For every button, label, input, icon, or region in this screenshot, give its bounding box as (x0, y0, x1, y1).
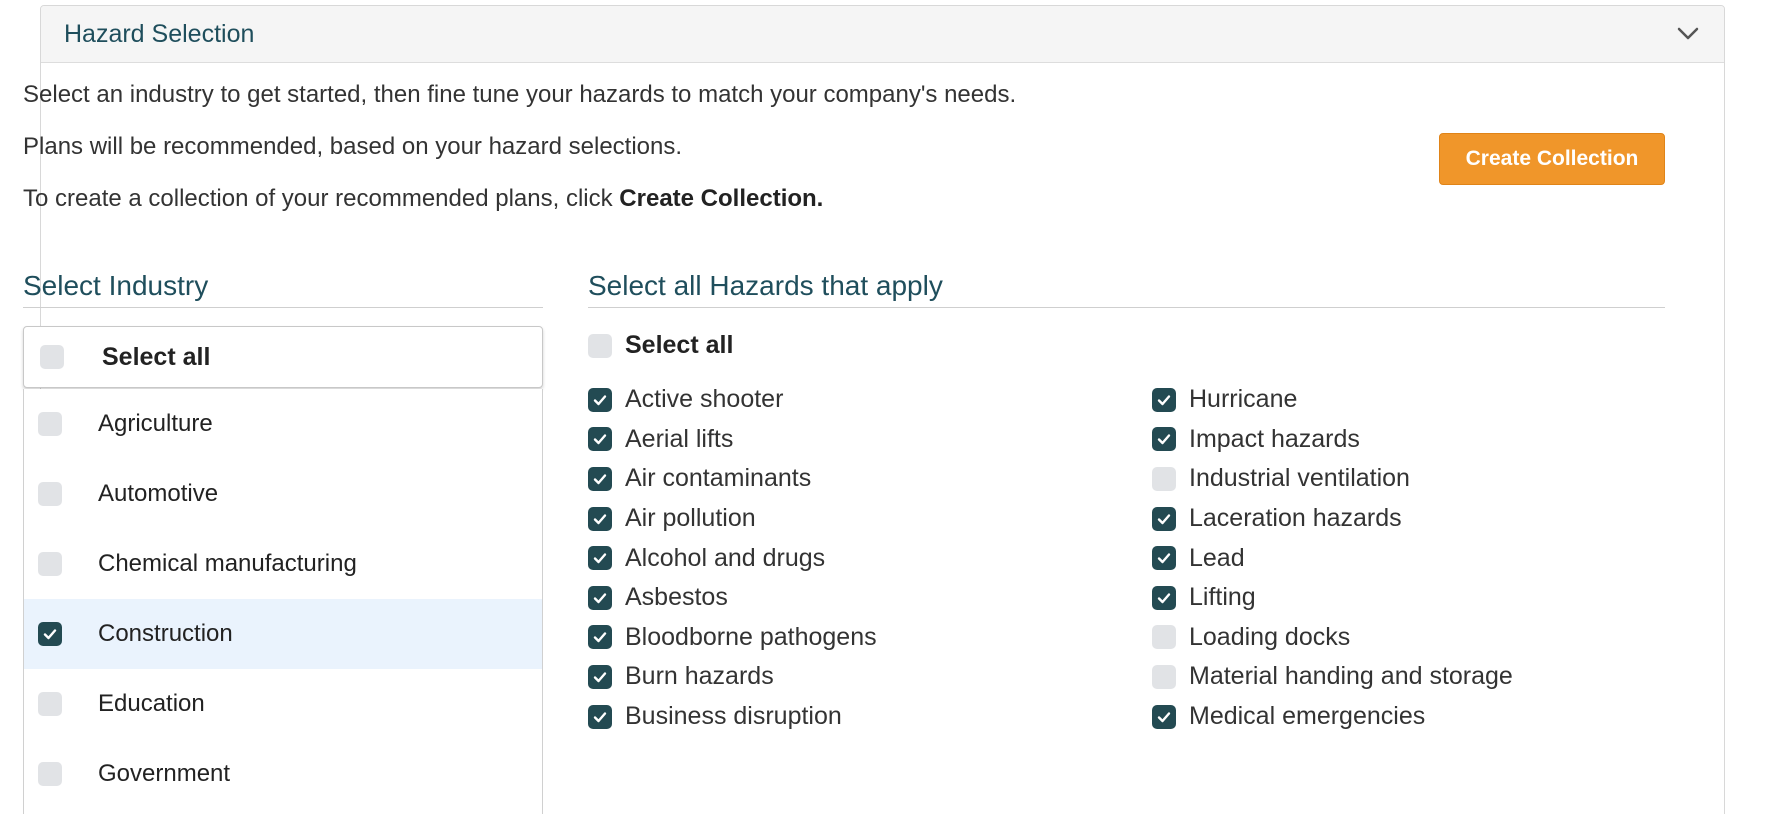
checkbox-icon[interactable] (588, 333, 612, 358)
hazard-item-label: Impact hazards (1189, 424, 1360, 453)
hazard-item-label: Bloodborne pathogens (625, 622, 877, 651)
checkbox-icon[interactable] (38, 552, 62, 576)
checkbox-icon[interactable] (588, 387, 612, 412)
hazards-column-2: Hurricane Impact hazards Industrial vent… (1152, 380, 1513, 736)
hazard-item-label: Air pollution (625, 504, 756, 533)
hazard-item-label: Asbestos (625, 583, 728, 612)
industry-item-chemical-manufacturing[interactable]: Chemical manufacturing (24, 529, 542, 599)
checkbox-icon[interactable] (1152, 546, 1176, 571)
industry-item-label: Government (98, 760, 231, 787)
industry-item-government[interactable]: Government (24, 739, 542, 809)
hazard-item[interactable]: Material handing and storage (1152, 647, 1513, 697)
select-hazards-heading: Select all Hazards that apply (588, 270, 943, 301)
hazard-item-label: Burn hazards (625, 662, 774, 691)
hazards-select-all[interactable]: Select all (588, 331, 733, 360)
hazard-item-label: Lead (1189, 543, 1245, 572)
checkbox-icon[interactable] (588, 625, 612, 650)
hazards-divider (588, 307, 1665, 308)
industry-select-all[interactable]: Select all (23, 326, 543, 388)
industry-item-construction[interactable]: Construction (24, 599, 542, 669)
industry-select-all-label: Select all (102, 342, 211, 371)
intro-line-2: Plans will be recommended, based on your… (23, 133, 683, 160)
checkbox-icon[interactable] (588, 466, 612, 491)
hazard-item-label: Laceration hazards (1189, 504, 1402, 533)
checkbox-icon[interactable] (588, 664, 612, 689)
industry-item-label: Education (98, 690, 205, 717)
intro-line-1: Select an industry to get started, then … (23, 81, 1017, 108)
industry-item-agriculture[interactable]: Agriculture (24, 389, 542, 459)
checkbox-icon[interactable] (38, 622, 62, 646)
select-industry-heading: Select Industry (23, 270, 209, 301)
checkbox-icon[interactable] (588, 506, 612, 531)
industry-item-label: Construction (98, 620, 233, 647)
industry-item-education[interactable]: Education (24, 669, 542, 739)
industry-item-automotive[interactable]: Automotive (24, 459, 542, 529)
hazard-item-label: Active shooter (625, 385, 784, 414)
checkbox-icon[interactable] (1152, 704, 1176, 729)
hazard-item-label: Aerial lifts (625, 424, 734, 453)
hazard-item-label: Lifting (1189, 583, 1256, 612)
checkbox-icon[interactable] (1152, 585, 1176, 610)
create-collection-button[interactable]: Create Collection (1439, 133, 1665, 185)
checkbox-icon[interactable] (1152, 506, 1176, 531)
checkbox-icon[interactable] (1152, 625, 1176, 650)
checkbox-icon[interactable] (38, 482, 62, 506)
intro-text: Select an industry to get started, then … (23, 80, 1016, 236)
checkbox-icon[interactable] (588, 546, 612, 571)
industry-item-label: Agriculture (98, 410, 213, 437)
checkbox-icon[interactable] (1152, 387, 1176, 412)
hazard-item-label: Loading docks (1189, 622, 1351, 651)
hazard-item-label: Alcohol and drugs (625, 543, 826, 572)
hazard-item-label: Business disruption (625, 702, 842, 731)
intro-line-3: To create a collection of your recommend… (23, 184, 1016, 236)
hazard-item[interactable]: Medical emergencies (1152, 687, 1513, 737)
checkbox-icon[interactable] (588, 704, 612, 729)
hazard-item-label: Industrial ventilation (1189, 464, 1410, 493)
checkbox-icon[interactable] (1152, 427, 1176, 452)
panel-title: Hazard Selection (64, 19, 255, 48)
panel-header[interactable]: Hazard Selection (41, 6, 1724, 63)
intro-line-3-bold: Create Collection. (619, 185, 824, 212)
checkbox-icon[interactable] (588, 585, 612, 610)
checkbox-icon[interactable] (588, 427, 612, 452)
checkbox-icon[interactable] (38, 692, 62, 716)
checkbox-icon[interactable] (40, 345, 64, 369)
chevron-down-icon[interactable] (1674, 20, 1702, 48)
hazards-column-1: Active shooter Aerial lifts Air contamin… (588, 380, 877, 736)
checkbox-icon[interactable] (1152, 664, 1176, 689)
industry-list[interactable]: Agriculture Automotive Chemical manufact… (23, 389, 543, 814)
checkbox-icon[interactable] (38, 412, 62, 436)
hazard-item-label: Medical emergencies (1189, 702, 1426, 731)
checkbox-icon[interactable] (38, 762, 62, 786)
hazard-item-label: Material handing and storage (1189, 662, 1513, 691)
hazards-select-all-label: Select all (625, 331, 734, 359)
intro-line-3-prefix: To create a collection of your recommend… (23, 185, 620, 212)
hazard-item[interactable]: Business disruption (588, 687, 877, 737)
hazard-item-label: Air contaminants (625, 464, 812, 493)
industry-item-label: Chemical manufacturing (98, 550, 357, 577)
hazard-item[interactable]: Bloodborne pathogens (588, 608, 877, 658)
industry-item-label: Automotive (98, 480, 219, 507)
industry-divider (23, 307, 543, 308)
checkbox-icon[interactable] (1152, 466, 1176, 491)
hazard-item-label: Hurricane (1189, 385, 1298, 414)
